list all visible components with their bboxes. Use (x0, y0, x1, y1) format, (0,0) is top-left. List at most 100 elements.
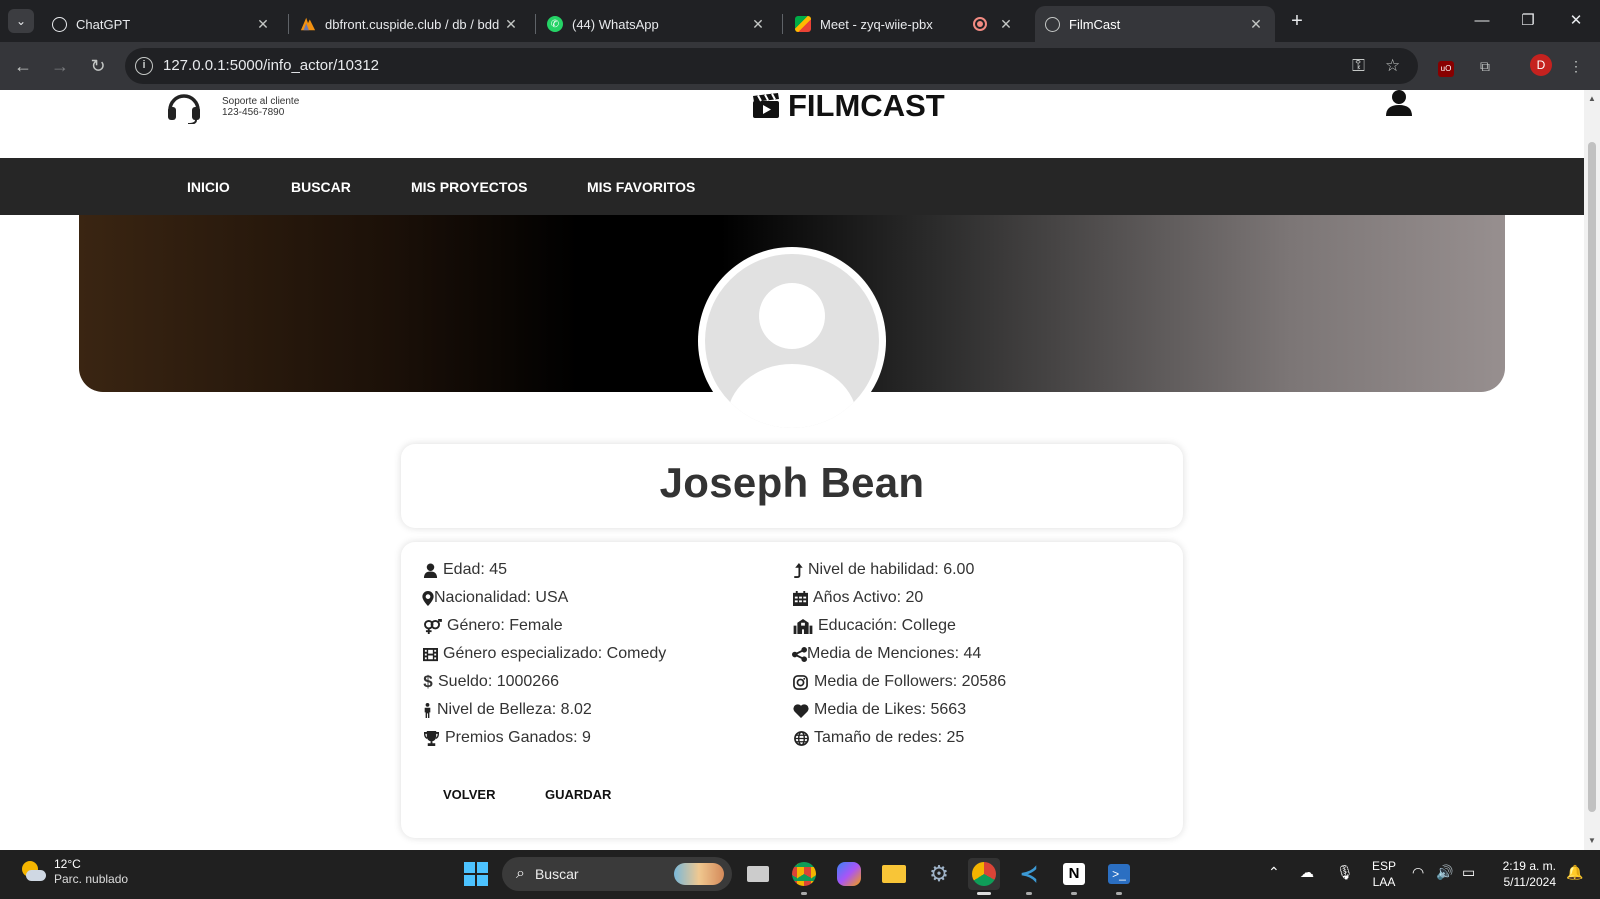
minimize-button[interactable]: — (1467, 8, 1497, 34)
tab-title: dbfront.cuspide.club / db / bdd (325, 16, 500, 32)
tab-chatgpt[interactable]: ChatGPT ✕ (42, 6, 282, 42)
url-text[interactable]: 127.0.0.1:5000/info_actor/10312 (163, 57, 379, 74)
input-language[interactable]: ESP LAA (1372, 858, 1396, 890)
info-skill-level: Nivel de habilidad: 6.00 (792, 561, 974, 579)
tab-whatsapp[interactable]: ✆ (44) WhatsApp ✕ (537, 6, 777, 42)
extensions-puzzle-icon[interactable]: ⧉ (1474, 55, 1496, 77)
reload-button[interactable]: ↻ (86, 54, 110, 78)
gender-icon (422, 618, 442, 635)
recording-icon (973, 17, 987, 31)
page-scrollbar[interactable]: ▲ ▼ (1584, 90, 1600, 850)
vscode-icon[interactable]: ≺ (1013, 858, 1045, 895)
powershell-icon[interactable]: >_ (1103, 858, 1135, 895)
close-tab-icon[interactable]: ✕ (502, 16, 520, 33)
profile-avatar[interactable]: D (1530, 54, 1552, 76)
tab-dbfront[interactable]: dbfront.cuspide.club / db / bdd ✕ (290, 6, 530, 42)
customer-support: Soporte al cliente 123-456-7890 (166, 90, 299, 124)
support-label: Soporte al cliente (222, 96, 300, 107)
microphone-icon[interactable]: 🎙 (1336, 864, 1354, 881)
close-tab-icon[interactable]: ✕ (254, 16, 272, 33)
browser-menu-icon[interactable]: ⋮ (1565, 55, 1587, 77)
forward-button[interactable]: → (48, 54, 72, 78)
start-windows-icon[interactable] (460, 858, 492, 890)
dollar-icon: $ (423, 672, 433, 691)
calendar-icon (792, 590, 809, 607)
new-tab-button[interactable]: + (1286, 10, 1308, 32)
ublock-extension-icon[interactable]: uO (1435, 55, 1457, 77)
taskbar-search[interactable]: ⌕ Buscar (502, 857, 732, 891)
copilot-icon[interactable] (833, 858, 865, 890)
info-education: Educación: College (792, 617, 956, 635)
scroll-down-arrow-icon[interactable]: ▼ (1587, 836, 1597, 845)
dbfront-favicon-icon (300, 16, 316, 32)
wifi-icon[interactable]: ◠ (1412, 864, 1424, 881)
nav-inicio[interactable]: INICIO (187, 179, 230, 195)
actor-name: Joseph Bean (659, 459, 925, 506)
restore-button[interactable]: ❐ (1513, 8, 1543, 34)
close-tab-icon[interactable]: ✕ (997, 16, 1015, 33)
meet-favicon-icon (795, 16, 811, 32)
address-bar[interactable]: i 127.0.0.1:5000/info_actor/10312 ⚿ ☆ (125, 48, 1418, 84)
info-beauty-level: Nivel de Belleza: 8.02 (422, 701, 592, 719)
notion-icon[interactable]: N (1058, 858, 1090, 895)
settings-gear-icon[interactable]: ⚙ (923, 858, 955, 890)
arrow-up-icon (792, 562, 804, 579)
system-clock[interactable]: 2:19 a. m. 5/11/2024 (1492, 858, 1556, 890)
chrome-icon[interactable] (968, 858, 1000, 895)
info-likes: Media de Likes: 5663 (792, 701, 966, 719)
scrollbar-thumb[interactable] (1588, 142, 1596, 812)
tab-filmcast[interactable]: FilmCast ✕ (1035, 6, 1275, 42)
nav-mis-favoritos[interactable]: MIS FAVORITOS (587, 179, 695, 195)
main-navigation: INICIO BUSCAR MIS PROYECTOS MIS FAVORITO… (0, 158, 1584, 215)
headset-icon (168, 94, 200, 124)
tab-search-menu-button[interactable]: ⌄ (8, 9, 34, 33)
info-years-active: Años Activo: 20 (792, 589, 923, 607)
search-placeholder: Buscar (534, 866, 579, 882)
back-button-volver[interactable]: VOLVER (443, 787, 496, 802)
location-pin-icon (422, 590, 434, 607)
close-tab-icon[interactable]: ✕ (1247, 16, 1265, 33)
default-avatar-icon (705, 254, 879, 428)
task-view-icon[interactable] (742, 858, 774, 890)
actor-info-card: Edad: 45 Nacionalidad: USA Género: Femal… (401, 542, 1183, 838)
scroll-up-arrow-icon[interactable]: ▲ (1587, 94, 1597, 103)
page-viewport: Soporte al cliente 123-456-7890 FILMCAST… (0, 90, 1584, 850)
actor-avatar (698, 247, 886, 435)
volume-icon[interactable]: 🔊 (1436, 864, 1453, 881)
weather-temp: 12°C (54, 857, 81, 871)
windows-taskbar: 12°C Parc. nublado ⌕ Buscar ⚙ ≺ N >_ ⌃ ☁… (0, 850, 1600, 899)
share-icon (792, 646, 807, 663)
instagram-icon (792, 674, 809, 691)
close-window-button[interactable]: ✕ (1561, 8, 1591, 34)
info-nationality: Nacionalidad: USA (422, 589, 568, 607)
bookmark-star-icon[interactable]: ☆ (1385, 56, 1400, 76)
nav-mis-proyectos[interactable]: MIS PROYECTOS (411, 179, 527, 195)
tab-meet[interactable]: Meet - zyq-wiie-pbx ✕ (785, 6, 1025, 42)
user-account-icon[interactable] (1386, 90, 1412, 116)
tab-separator (535, 14, 536, 34)
tab-separator (782, 14, 783, 34)
show-hidden-icons-chevron-icon[interactable]: ⌃ (1268, 864, 1280, 881)
search-highlight-image (674, 863, 724, 885)
password-key-icon[interactable]: ⚿ (1352, 56, 1365, 76)
browser-tab-strip: ⌄ ChatGPT ✕ dbfront.cuspide.club / db / … (0, 0, 1600, 42)
onedrive-error-icon[interactable]: ☁ (1300, 864, 1314, 881)
site-info-icon[interactable]: i (135, 57, 153, 75)
close-tab-icon[interactable]: ✕ (749, 16, 767, 33)
partly-cloudy-icon (20, 859, 46, 885)
info-salary: $ Sueldo: 1000266 (423, 672, 559, 691)
tab-title: FilmCast (1069, 16, 1121, 32)
chatgpt-favicon-icon (52, 16, 67, 32)
file-explorer-icon[interactable] (878, 858, 910, 890)
notifications-bell-icon[interactable]: 🔔 (1566, 864, 1583, 881)
weather-widget[interactable]: 12°C Parc. nublado (20, 857, 128, 887)
chrome-profile-icon[interactable] (788, 858, 820, 895)
tab-title: (44) WhatsApp (572, 16, 659, 32)
back-button[interactable]: ← (11, 54, 35, 78)
weather-desc: Parc. nublado (54, 872, 129, 886)
tab-title: ChatGPT (76, 16, 131, 32)
save-button[interactable]: GUARDAR (545, 787, 611, 802)
battery-icon[interactable]: ▭ (1462, 864, 1475, 881)
nav-buscar[interactable]: BUSCAR (291, 179, 351, 195)
brand-logo[interactable]: FILMCAST (752, 90, 945, 124)
